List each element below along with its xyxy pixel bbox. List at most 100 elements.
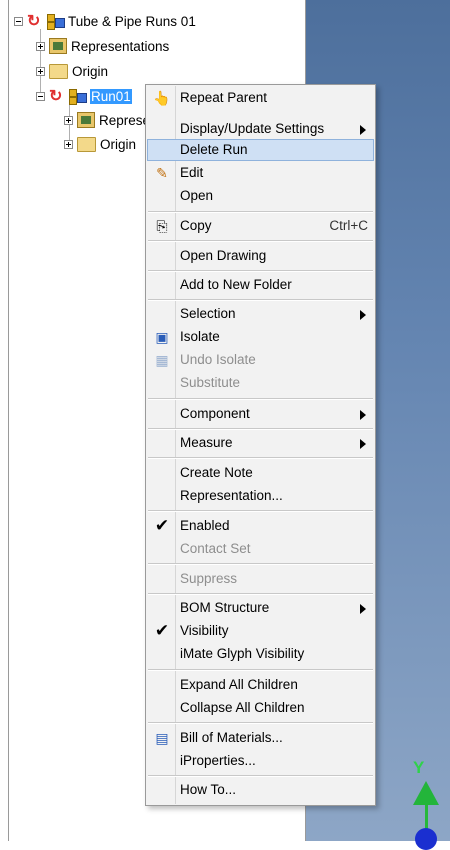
menu-separator xyxy=(148,669,373,671)
menu-item-label: Open xyxy=(180,188,214,203)
axis-origin-icon xyxy=(415,828,437,850)
collapse-toggle[interactable] xyxy=(14,16,23,26)
menu-separator xyxy=(148,428,373,430)
menu-item-label: Contact Set xyxy=(180,541,251,556)
expand-toggle[interactable] xyxy=(64,115,73,125)
menu-item-bill-of-materials[interactable]: ▤ Bill of Materials... xyxy=(147,727,374,749)
context-menu: 👆 Repeat Parent Display/Update Settings … xyxy=(145,84,376,806)
menu-item-label: Selection xyxy=(180,306,236,321)
tree-node-origin[interactable]: Origin xyxy=(36,61,108,81)
menu-item-edit[interactable]: ✎ Edit xyxy=(147,162,374,184)
menu-item-label: Bill of Materials... xyxy=(180,730,283,745)
collapse-toggle[interactable] xyxy=(36,91,45,101)
submenu-arrow-icon xyxy=(360,604,366,614)
checkmark-icon: ✔ xyxy=(154,516,170,535)
menu-separator xyxy=(148,270,373,272)
menu-separator xyxy=(148,593,373,595)
menu-item-collapse-all-children[interactable]: Collapse All Children xyxy=(147,697,374,719)
menu-item-delete-run[interactable]: Delete Run xyxy=(147,139,374,161)
menu-separator xyxy=(148,722,373,724)
menu-item-measure[interactable]: Measure xyxy=(147,432,374,454)
assembly-icon xyxy=(68,88,87,105)
folder-icon xyxy=(49,63,68,79)
menu-separator xyxy=(148,457,373,459)
menu-item-label: Undo Isolate xyxy=(180,352,256,367)
submenu-arrow-icon xyxy=(360,125,366,135)
tree-node-representations[interactable]: Representations xyxy=(36,36,169,56)
tree-node-label: Origin xyxy=(72,63,109,79)
menu-item-substitute[interactable]: Substitute xyxy=(147,372,374,394)
menu-item-label: Edit xyxy=(180,165,204,180)
tree-node-root[interactable]: ↻ Tube & Pipe Runs 01 xyxy=(14,11,196,31)
bill-of-materials-icon: ▤ xyxy=(155,730,169,746)
menu-item-add-to-new-folder[interactable]: Add to New Folder xyxy=(147,274,374,296)
menu-item-contact-set[interactable]: Contact Set xyxy=(147,538,374,560)
copy-icon: ⎘ xyxy=(156,218,168,234)
menu-item-label: Expand All Children xyxy=(180,677,298,692)
tree-node-label-selected: Run01 xyxy=(90,88,132,104)
undo-isolate-icon: ▦ xyxy=(155,352,169,368)
tree-node-label: Tube & Pipe Runs 01 xyxy=(68,13,196,29)
menu-item-selection[interactable]: Selection xyxy=(147,303,374,325)
menu-item-label: Measure xyxy=(180,435,233,450)
tree-node-run01[interactable]: ↻ Run01 xyxy=(36,86,132,106)
expand-toggle[interactable] xyxy=(64,139,73,149)
menu-item-label: How To... xyxy=(180,782,237,797)
menu-item-open-drawing[interactable]: Open Drawing xyxy=(147,245,374,267)
expand-toggle[interactable] xyxy=(36,66,45,76)
menu-item-imate-glyph-visibility[interactable]: iMate Glyph Visibility xyxy=(147,643,374,665)
menu-item-label: iProperties... xyxy=(180,753,256,768)
tree-node-run-origin[interactable]: Origin xyxy=(64,134,136,154)
menu-item-expand-all-children[interactable]: Expand All Children xyxy=(147,674,374,696)
menu-item-label: iMate Glyph Visibility xyxy=(180,646,305,661)
menu-item-create-note[interactable]: Create Note xyxy=(147,462,374,484)
menu-item-label: Isolate xyxy=(180,329,220,344)
y-axis-arrow-icon xyxy=(413,781,439,805)
menu-separator xyxy=(148,510,373,512)
submenu-arrow-icon xyxy=(360,310,366,320)
menu-separator xyxy=(148,240,373,242)
representations-icon xyxy=(49,38,67,54)
menu-item-label: Component xyxy=(180,406,250,421)
expand-toggle[interactable] xyxy=(36,41,45,51)
submenu-arrow-icon xyxy=(360,439,366,449)
menu-item-label: Copy xyxy=(180,218,212,233)
menu-item-label: Add to New Folder xyxy=(180,277,292,292)
menu-separator xyxy=(148,211,373,213)
tree-node-label: Origin xyxy=(100,136,137,152)
menu-item-iproperties[interactable]: iProperties... xyxy=(147,750,374,772)
representations-icon xyxy=(77,112,95,128)
menu-item-label: Repeat Parent xyxy=(180,90,268,105)
menu-item-label: Visibility xyxy=(180,623,229,638)
menu-item-label: Suppress xyxy=(180,571,238,586)
y-axis-label: Y xyxy=(413,758,425,777)
menu-item-display-update-settings[interactable]: Display/Update Settings xyxy=(147,118,374,140)
menu-item-bom-structure[interactable]: BOM Structure xyxy=(147,597,374,619)
menu-item-enabled[interactable]: ✔ Enabled xyxy=(147,515,374,537)
menu-item-open[interactable]: Open xyxy=(147,185,374,207)
submenu-arrow-icon xyxy=(360,410,366,420)
tree-node-label: Representations xyxy=(71,38,170,54)
menu-item-isolate[interactable]: ▣ Isolate xyxy=(147,326,374,348)
menu-item-label: Display/Update Settings xyxy=(180,121,325,136)
run-update-icon: ↻ xyxy=(49,87,63,105)
edit-icon: ✎ xyxy=(156,165,168,181)
menu-separator xyxy=(148,299,373,301)
menu-item-label: Enabled xyxy=(180,518,230,533)
menu-item-label: Delete Run xyxy=(180,142,248,157)
menu-item-component[interactable]: Component xyxy=(147,403,374,425)
tube-pipe-update-icon: ↻ xyxy=(27,12,41,30)
menu-item-how-to[interactable]: How To... xyxy=(147,779,374,801)
menu-item-repeat-parent[interactable]: 👆 Repeat Parent xyxy=(147,87,374,109)
menu-item-label: Collapse All Children xyxy=(180,700,305,715)
menu-separator xyxy=(148,563,373,565)
menu-separator xyxy=(148,775,373,777)
menu-item-label: Substitute xyxy=(180,375,241,390)
menu-item-representation[interactable]: Representation... xyxy=(147,485,374,507)
menu-separator xyxy=(148,398,373,400)
menu-item-undo-isolate[interactable]: ▦ Undo Isolate xyxy=(147,349,374,371)
menu-item-copy[interactable]: ⎘ Copy Ctrl+C xyxy=(147,215,374,237)
menu-item-visibility[interactable]: ✔ Visibility xyxy=(147,620,374,642)
menu-item-suppress[interactable]: Suppress xyxy=(147,568,374,590)
menu-item-label: Create Note xyxy=(180,465,253,480)
